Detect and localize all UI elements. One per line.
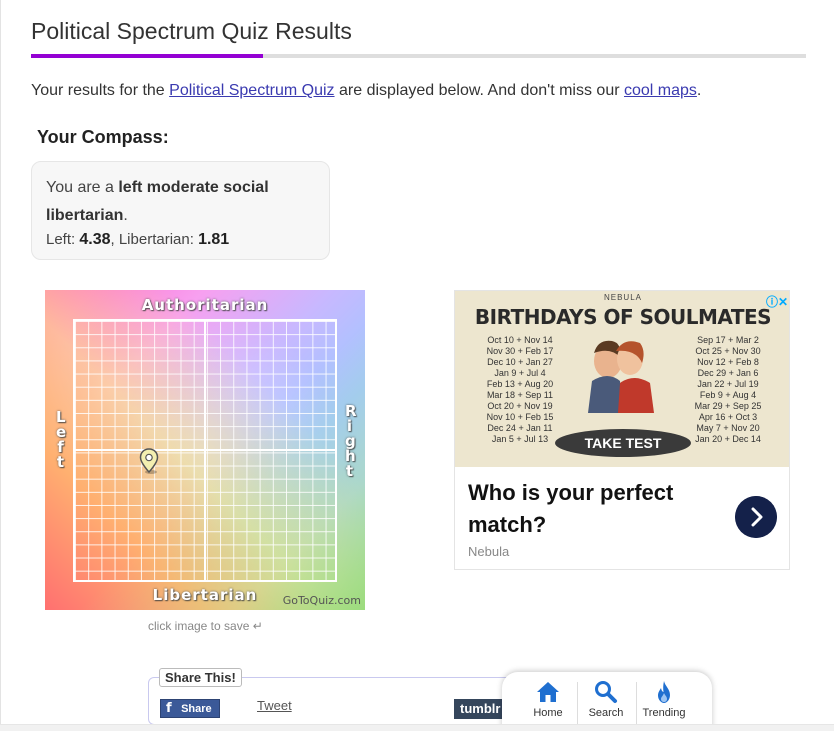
ad-date: Mar 18 + Sep 11 xyxy=(486,390,554,400)
intro-before: Your results for the xyxy=(31,82,170,99)
left-label-text: Left xyxy=(56,408,68,471)
ad-close-icon[interactable]: ⓘ✕ xyxy=(766,293,788,310)
bottom-nav: Home Search Trending xyxy=(502,672,712,731)
nav-home[interactable]: Home xyxy=(518,680,578,719)
intro-after: . xyxy=(696,82,702,99)
ad-couple-illustration xyxy=(588,340,654,413)
ad-date: Nov 30 + Feb 17 xyxy=(486,346,554,356)
position-marker-icon xyxy=(139,448,159,474)
result-suffix: . xyxy=(123,207,128,224)
score-separator: , xyxy=(110,231,119,248)
ad-date: Dec 24 + Jan 11 xyxy=(487,423,553,433)
ad-source: Nebula xyxy=(468,544,510,559)
ad-date: Dec 29 + Jan 6 xyxy=(697,368,759,378)
nav-search-label: Search xyxy=(588,707,624,719)
save-hint: click image to save ↵ xyxy=(148,619,263,633)
libertarian-score-value: 1.81 xyxy=(198,231,230,248)
save-hint-text: click image to save xyxy=(148,619,250,633)
intro-middle: are displayed below. And don't miss our xyxy=(334,82,624,99)
ad-date: Dec 10 + Jan 27 xyxy=(487,357,553,367)
compass-heading: Your Compass: xyxy=(37,127,169,147)
cool-maps-link[interactable]: cool maps xyxy=(624,82,697,99)
ad-date: Nov 10 + Feb 15 xyxy=(486,412,554,422)
result-scores: Left: 4.38, Libertarian: 1.81 xyxy=(46,231,315,249)
nav-home-label: Home xyxy=(533,707,563,719)
tweet-link[interactable]: Tweet xyxy=(257,698,292,713)
ad-date: Oct 20 + Nov 19 xyxy=(487,401,553,411)
title-underline-accent xyxy=(31,54,263,58)
ad-date: May 7 + Nov 20 xyxy=(696,423,760,433)
ad-image[interactable]: NEBULA BIRTHDAYS OF SOULMATES Oct 10 + N… xyxy=(455,291,789,467)
ad-date: Feb 9 + Aug 4 xyxy=(699,390,757,400)
ad-date: Feb 13 + Aug 20 xyxy=(486,379,554,389)
title-underline xyxy=(31,54,806,58)
ad-question[interactable]: Who is your perfect match? xyxy=(468,477,698,541)
ad-date: Oct 25 + Nov 30 xyxy=(695,346,761,356)
libertarian-score-label: Libertarian: xyxy=(118,231,199,248)
nav-trending-label: Trending xyxy=(642,707,686,719)
left-label: Left xyxy=(54,410,68,470)
result-summary: You are a left moderate social libertari… xyxy=(46,174,315,230)
left-score-label: Left: xyxy=(46,231,80,248)
facebook-icon: f xyxy=(166,701,172,716)
ad-date: Jan 5 + Jul 13 xyxy=(491,434,549,444)
home-icon xyxy=(537,682,559,702)
page-title: Political Spectrum Quiz Results xyxy=(31,18,352,44)
right-label: Right xyxy=(343,404,357,479)
nav-trending[interactable]: Trending xyxy=(634,680,694,719)
gotoquiz-watermark: GoToQuiz.com xyxy=(282,594,361,607)
ad-arrow-icon[interactable] xyxy=(735,496,777,538)
right-label-text: Right xyxy=(345,402,358,480)
save-arrow-icon: ↵ xyxy=(252,619,263,633)
facebook-share-button[interactable]: f Share xyxy=(160,699,220,718)
ad-date: Sep 17 + Mar 2 xyxy=(697,335,759,345)
flame-icon xyxy=(658,681,670,703)
left-score-value: 4.38 xyxy=(79,231,111,248)
advertisement[interactable]: NEBULA BIRTHDAYS OF SOULMATES Oct 10 + N… xyxy=(454,290,790,570)
ad-date: Jan 22 + Jul 19 xyxy=(697,379,759,389)
ad-date: Jan 9 + Jul 4 xyxy=(494,368,546,378)
result-prefix: You are a xyxy=(46,179,119,196)
ad-date: Oct 10 + Nov 14 xyxy=(487,335,553,345)
ad-brand: NEBULA xyxy=(603,293,642,302)
nav-search[interactable]: Search xyxy=(576,680,636,719)
compass-horizontal-axis xyxy=(73,449,337,451)
ad-date: Apr 16 + Oct 3 xyxy=(698,412,758,422)
result-box: You are a left moderate social libertari… xyxy=(31,161,330,260)
intro-text: Your results for the Political Spectrum … xyxy=(31,82,701,100)
political-spectrum-quiz-link[interactable]: Political Spectrum Quiz xyxy=(169,82,334,99)
facebook-share-label: Share xyxy=(181,703,212,715)
authoritarian-label: Authoritarian xyxy=(141,296,269,314)
ad-headline: BIRTHDAYS OF SOULMATES xyxy=(474,305,772,329)
search-icon xyxy=(595,681,617,703)
ad-date: Jan 20 + Dec 14 xyxy=(695,434,761,444)
take-test-button[interactable]: TAKE TEST xyxy=(555,429,691,457)
political-compass-image[interactable]: Authoritarian Libertarian Left Right GoT… xyxy=(45,290,365,610)
bottom-strip xyxy=(0,724,834,731)
ad-date: Nov 12 + Feb 8 xyxy=(697,357,759,367)
share-legend: Share This! xyxy=(159,668,242,687)
ad-dates-left: Oct 10 + Nov 14 Nov 30 + Feb 17 Dec 10 +… xyxy=(475,335,565,445)
ad-date: Mar 29 + Sep 25 xyxy=(694,401,762,411)
left-border xyxy=(0,0,1,731)
ad-dates-right: Sep 17 + Mar 2 Oct 25 + Nov 30 Nov 12 + … xyxy=(683,335,773,445)
